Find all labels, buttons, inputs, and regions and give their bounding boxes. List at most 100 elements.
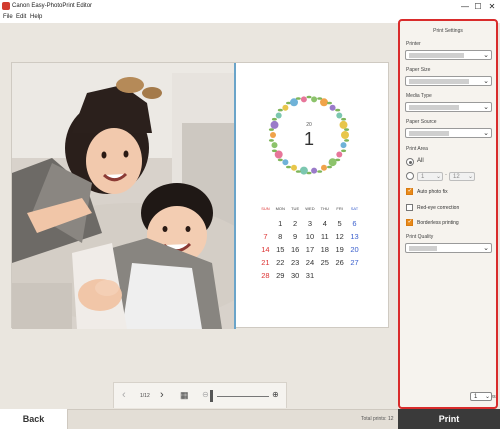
close-button[interactable]: ✕ bbox=[486, 2, 498, 11]
photo-image bbox=[12, 63, 234, 329]
paper-source-value-redacted bbox=[409, 131, 449, 136]
wreath-flower bbox=[282, 159, 289, 166]
range-to-dropdown[interactable]: 12 ⌄ bbox=[449, 172, 475, 181]
wreath-leaf bbox=[277, 108, 283, 112]
calendar-day: 27 bbox=[350, 258, 359, 267]
paper-source-label: Paper Source bbox=[406, 119, 437, 125]
wreath-flower bbox=[320, 98, 328, 107]
calendar-day: 25 bbox=[320, 258, 329, 267]
wreath-leaf bbox=[306, 95, 312, 99]
wreath-leaf bbox=[341, 117, 347, 121]
calendar-day: 8 bbox=[278, 232, 283, 241]
copies-dropdown[interactable]: 1 ⌄ bbox=[470, 392, 492, 401]
paper-source-dropdown[interactable]: ⌄ bbox=[405, 128, 492, 138]
range-from-value: 1 bbox=[421, 174, 425, 180]
calendar-day: 23 bbox=[290, 258, 300, 267]
wreath-flower bbox=[341, 131, 349, 139]
wreath-leaf bbox=[327, 165, 332, 169]
range-separator: - bbox=[445, 172, 447, 178]
wreath-leaf bbox=[295, 97, 301, 100]
wreath-leaf bbox=[271, 149, 277, 153]
calendar-day: 26 bbox=[335, 258, 344, 267]
wreath-leaf bbox=[317, 170, 323, 173]
paper-size-value-redacted bbox=[409, 79, 469, 84]
chevron-down-icon: ⌄ bbox=[483, 130, 489, 137]
menu-help[interactable]: Help bbox=[30, 14, 42, 20]
calendar-day: 7 bbox=[263, 232, 268, 241]
print-quality-dropdown[interactable]: ⌄ bbox=[405, 243, 492, 253]
wreath-flower bbox=[339, 120, 348, 129]
calendar-day bbox=[347, 271, 362, 284]
calendar-day: 2 bbox=[293, 219, 298, 228]
chevron-down-icon: ⌄ bbox=[467, 174, 473, 180]
paper-size-dropdown[interactable]: ⌄ bbox=[405, 76, 492, 86]
calendar-day: 5 bbox=[337, 219, 342, 228]
wreath-flower bbox=[299, 166, 308, 175]
chevron-down-icon: ⌄ bbox=[484, 394, 490, 400]
wreath-flower bbox=[311, 167, 318, 174]
calendar-week-row: 14 15 16 17 18 19 20 bbox=[258, 245, 362, 258]
auto-photo-fix-checkbox[interactable] bbox=[406, 187, 413, 195]
chevron-right-icon[interactable]: › bbox=[160, 389, 164, 401]
chevron-down-icon: ⌄ bbox=[483, 104, 489, 111]
chevron-down-icon: ⌄ bbox=[483, 245, 489, 252]
print-quality-label: Print Quality bbox=[406, 234, 434, 240]
weekday-label: WED bbox=[305, 206, 315, 211]
print-button[interactable]: Print bbox=[398, 409, 500, 429]
calendar-day: 10 bbox=[305, 232, 315, 241]
back-button[interactable]: Back bbox=[0, 409, 68, 429]
calendar-day: 29 bbox=[276, 271, 285, 280]
red-eye-checkbox[interactable] bbox=[406, 204, 413, 211]
calendar-day: 21 bbox=[261, 258, 270, 267]
media-type-dropdown[interactable]: ⌄ bbox=[405, 102, 492, 112]
borderless-checkbox[interactable] bbox=[406, 218, 413, 226]
zoom-in-icon[interactable]: ⊕ bbox=[272, 389, 279, 401]
weekday-label: SAT bbox=[350, 206, 359, 211]
wreath-leaf bbox=[295, 170, 301, 173]
app-icon bbox=[2, 2, 10, 10]
calendar-month: 1 bbox=[303, 129, 314, 149]
printer-value-redacted bbox=[409, 53, 464, 58]
calendar-day: 19 bbox=[335, 245, 344, 254]
copies-value: 1 bbox=[474, 394, 478, 400]
range-from-dropdown[interactable]: 1 ⌄ bbox=[417, 172, 443, 181]
minimize-button[interactable]: — bbox=[459, 2, 471, 11]
menu-edit[interactable]: Edit bbox=[16, 14, 26, 20]
wreath-leaf bbox=[286, 165, 291, 169]
calendar-day bbox=[317, 271, 332, 284]
wreath-leaf bbox=[271, 117, 277, 121]
wreath-leaf bbox=[327, 101, 332, 105]
maximize-button[interactable]: ☐ bbox=[472, 2, 484, 11]
menu-file[interactable]: File bbox=[3, 14, 13, 20]
print-area-all-radio[interactable] bbox=[406, 158, 414, 166]
zoom-out-icon[interactable]: ⊖ bbox=[202, 389, 209, 401]
auto-photo-fix-label: Auto photo fix bbox=[417, 189, 448, 195]
calendar-day bbox=[332, 271, 347, 284]
calendar-day: 30 bbox=[290, 271, 300, 280]
wreath-leaf bbox=[344, 128, 350, 131]
wreath-leaf bbox=[335, 108, 341, 112]
printer-dropdown[interactable]: ⌄ bbox=[405, 50, 492, 60]
panel-title: Print Settings bbox=[433, 28, 463, 34]
wreath-leaf bbox=[268, 139, 274, 142]
zoom-slider-thumb[interactable] bbox=[210, 390, 213, 402]
print-quality-value-redacted bbox=[409, 246, 437, 251]
wreath-flower bbox=[328, 158, 337, 167]
calendar-weekday-row: SUN MON TUE WED THU FRI SAT bbox=[258, 206, 362, 219]
calendar-week-row: 21 22 23 24 25 26 27 bbox=[258, 258, 362, 271]
calendar-day: 13 bbox=[350, 232, 359, 241]
print-area-range-radio[interactable] bbox=[406, 172, 414, 180]
calendar-page-preview[interactable]: 20 1 SUN MON TUE WED THU FRI SAT 1 2 3 4… bbox=[11, 62, 389, 329]
wreath-flower bbox=[311, 96, 318, 103]
media-type-label: Media Type bbox=[406, 93, 432, 99]
grid-icon[interactable]: ▦ bbox=[180, 389, 189, 401]
calendar-day: 14 bbox=[261, 245, 270, 254]
calendar-day: 1 bbox=[278, 219, 283, 228]
range-to-value: 12 bbox=[453, 174, 460, 180]
calendar-day: 22 bbox=[276, 258, 285, 267]
chevron-left-icon[interactable]: ‹ bbox=[122, 389, 126, 401]
photo-children[interactable] bbox=[12, 63, 234, 329]
printer-label: Printer bbox=[406, 41, 421, 47]
calendar-day: 24 bbox=[305, 258, 315, 267]
zoom-slider-track[interactable] bbox=[217, 396, 269, 397]
